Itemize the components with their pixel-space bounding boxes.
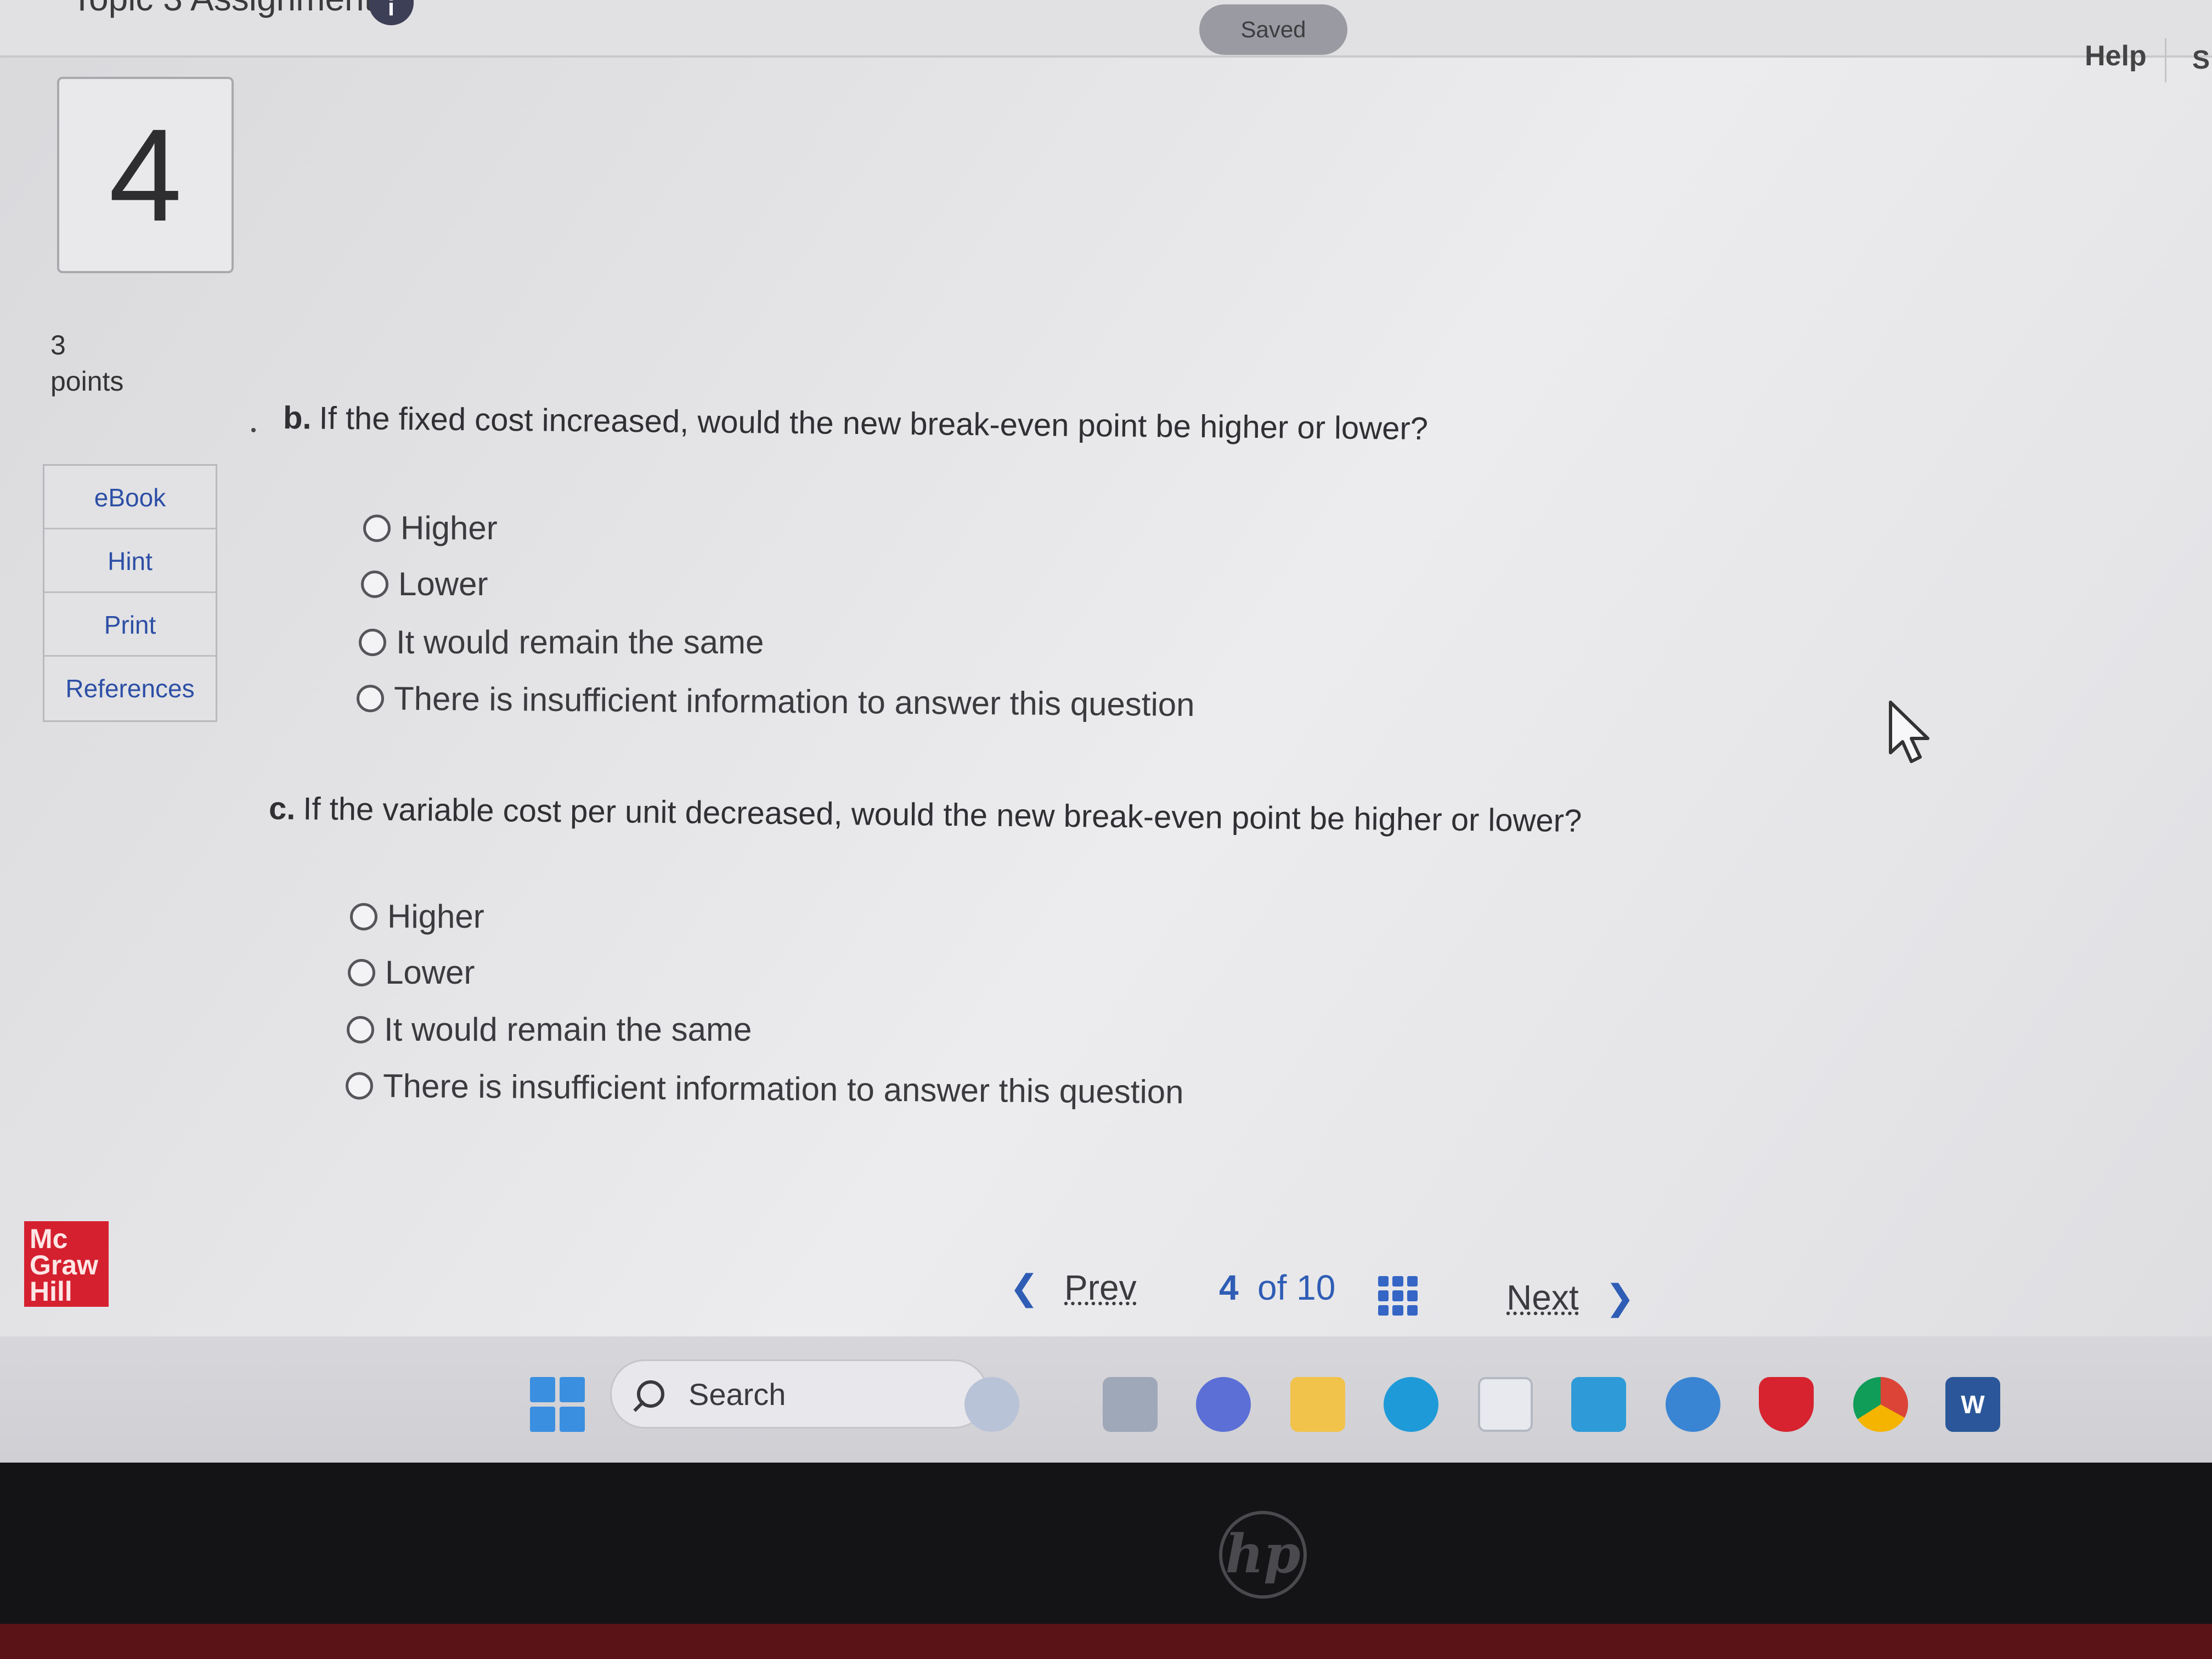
info-icon[interactable]: i bbox=[369, 0, 414, 25]
hint-button[interactable]: Hint bbox=[44, 529, 216, 593]
radio-icon[interactable] bbox=[345, 1071, 374, 1099]
question-tools: eBook Hint Print References bbox=[43, 464, 217, 722]
game-bar-icon[interactable] bbox=[964, 1377, 1019, 1432]
chevron-left-icon[interactable]: ❮ bbox=[1009, 1267, 1039, 1308]
radio-icon[interactable] bbox=[350, 902, 377, 930]
option-c-insufficient[interactable]: There is insufficient information to ans… bbox=[345, 1066, 1184, 1111]
radio-icon[interactable] bbox=[363, 514, 391, 542]
assignment-header: Topic 3 Assignment i Saved Help S bbox=[0, 0, 2212, 82]
search-icon bbox=[637, 1380, 664, 1408]
save-exit-link[interactable]: S bbox=[2192, 45, 2210, 75]
page-count: of 10 bbox=[1257, 1267, 1335, 1308]
option-label: Higher bbox=[400, 510, 498, 546]
word-icon[interactable]: W bbox=[1945, 1377, 2000, 1432]
page-of-label: of bbox=[1257, 1268, 1287, 1307]
total-pages: 10 bbox=[1296, 1268, 1336, 1307]
ebook-button[interactable]: eBook bbox=[44, 466, 216, 529]
option-b-lower[interactable]: Lower bbox=[361, 565, 488, 603]
get-help-icon[interactable] bbox=[1666, 1377, 1720, 1432]
option-label: There is insufficient information to ans… bbox=[393, 680, 1195, 723]
question-points: 3 points bbox=[50, 327, 123, 399]
windows-start-icon[interactable] bbox=[530, 1377, 585, 1432]
references-button[interactable]: References bbox=[44, 657, 216, 720]
option-c-same[interactable]: It would remain the same bbox=[347, 1011, 752, 1048]
assignment-title: Topic 3 Assignment bbox=[71, 0, 374, 19]
next-button[interactable]: Next bbox=[1506, 1277, 1579, 1318]
window-icon[interactable] bbox=[1103, 1377, 1158, 1432]
option-b-insufficient[interactable]: There is insufficient information to ans… bbox=[356, 679, 1195, 724]
myhp-icon[interactable] bbox=[1571, 1377, 1626, 1432]
hp-logo: hp bbox=[1219, 1511, 1307, 1599]
print-button[interactable]: Print bbox=[44, 593, 216, 657]
browser-screen: Topic 3 Assignment i Saved Help S 4 3 po… bbox=[0, 0, 2212, 1366]
mcgraw-hill-logo: Mc Graw Hill bbox=[24, 1221, 109, 1307]
points-label: points bbox=[50, 366, 124, 397]
question-b-prompt: b. If the fixed cost increased, would the… bbox=[283, 399, 1429, 447]
question-b-text: If the fixed cost increased, would the n… bbox=[319, 400, 1429, 447]
radio-icon[interactable] bbox=[361, 570, 388, 598]
option-b-higher[interactable]: Higher bbox=[363, 509, 498, 547]
edge-icon[interactable] bbox=[1384, 1377, 1438, 1432]
radio-icon[interactable] bbox=[348, 958, 375, 986]
option-label: It would remain the same bbox=[384, 1011, 752, 1048]
chrome-icon[interactable] bbox=[1853, 1377, 1908, 1432]
folder-icon[interactable] bbox=[1290, 1377, 1345, 1432]
question-c-text: If the variable cost per unit decreased,… bbox=[303, 791, 1582, 839]
question-b-letter: b. bbox=[283, 400, 312, 436]
bullet-dot bbox=[251, 428, 256, 432]
option-b-same[interactable]: It would remain the same bbox=[359, 623, 764, 661]
option-label: There is insufficient information to ans… bbox=[382, 1067, 1184, 1110]
prev-button[interactable]: Prev bbox=[1064, 1267, 1137, 1308]
radio-icon[interactable] bbox=[359, 628, 386, 656]
saved-status-badge: Saved bbox=[1199, 4, 1347, 55]
question-grid-icon[interactable] bbox=[1378, 1276, 1418, 1316]
radio-icon[interactable] bbox=[356, 684, 385, 712]
option-label: Lower bbox=[398, 566, 488, 602]
radio-icon[interactable] bbox=[347, 1015, 374, 1043]
option-label: It would remain the same bbox=[396, 624, 764, 661]
meet-icon[interactable] bbox=[1196, 1377, 1251, 1432]
question-c-prompt: c. If the variable cost per unit decrease… bbox=[269, 790, 1582, 839]
current-page-number: 4 bbox=[1219, 1268, 1239, 1307]
taskbar-search-label: Search bbox=[689, 1376, 786, 1412]
store-icon[interactable] bbox=[1478, 1377, 1533, 1432]
taskbar-search[interactable]: Search bbox=[610, 1359, 989, 1429]
bezel-strip bbox=[0, 1624, 2212, 1659]
mcafee-icon[interactable] bbox=[1759, 1377, 1814, 1432]
option-c-lower[interactable]: Lower bbox=[348, 953, 475, 991]
option-label: Higher bbox=[387, 898, 484, 935]
option-label: Lower bbox=[385, 954, 475, 991]
option-c-higher[interactable]: Higher bbox=[350, 898, 484, 935]
points-value: 3 bbox=[50, 330, 66, 360]
question-c-letter: c. bbox=[268, 791, 296, 827]
question-number: 4 bbox=[57, 77, 234, 273]
header-divider bbox=[2165, 38, 2166, 82]
help-link[interactable]: Help bbox=[2085, 40, 2147, 72]
chevron-right-icon[interactable]: ❯ bbox=[1605, 1277, 1635, 1318]
mouse-cursor-icon bbox=[1889, 701, 1929, 763]
